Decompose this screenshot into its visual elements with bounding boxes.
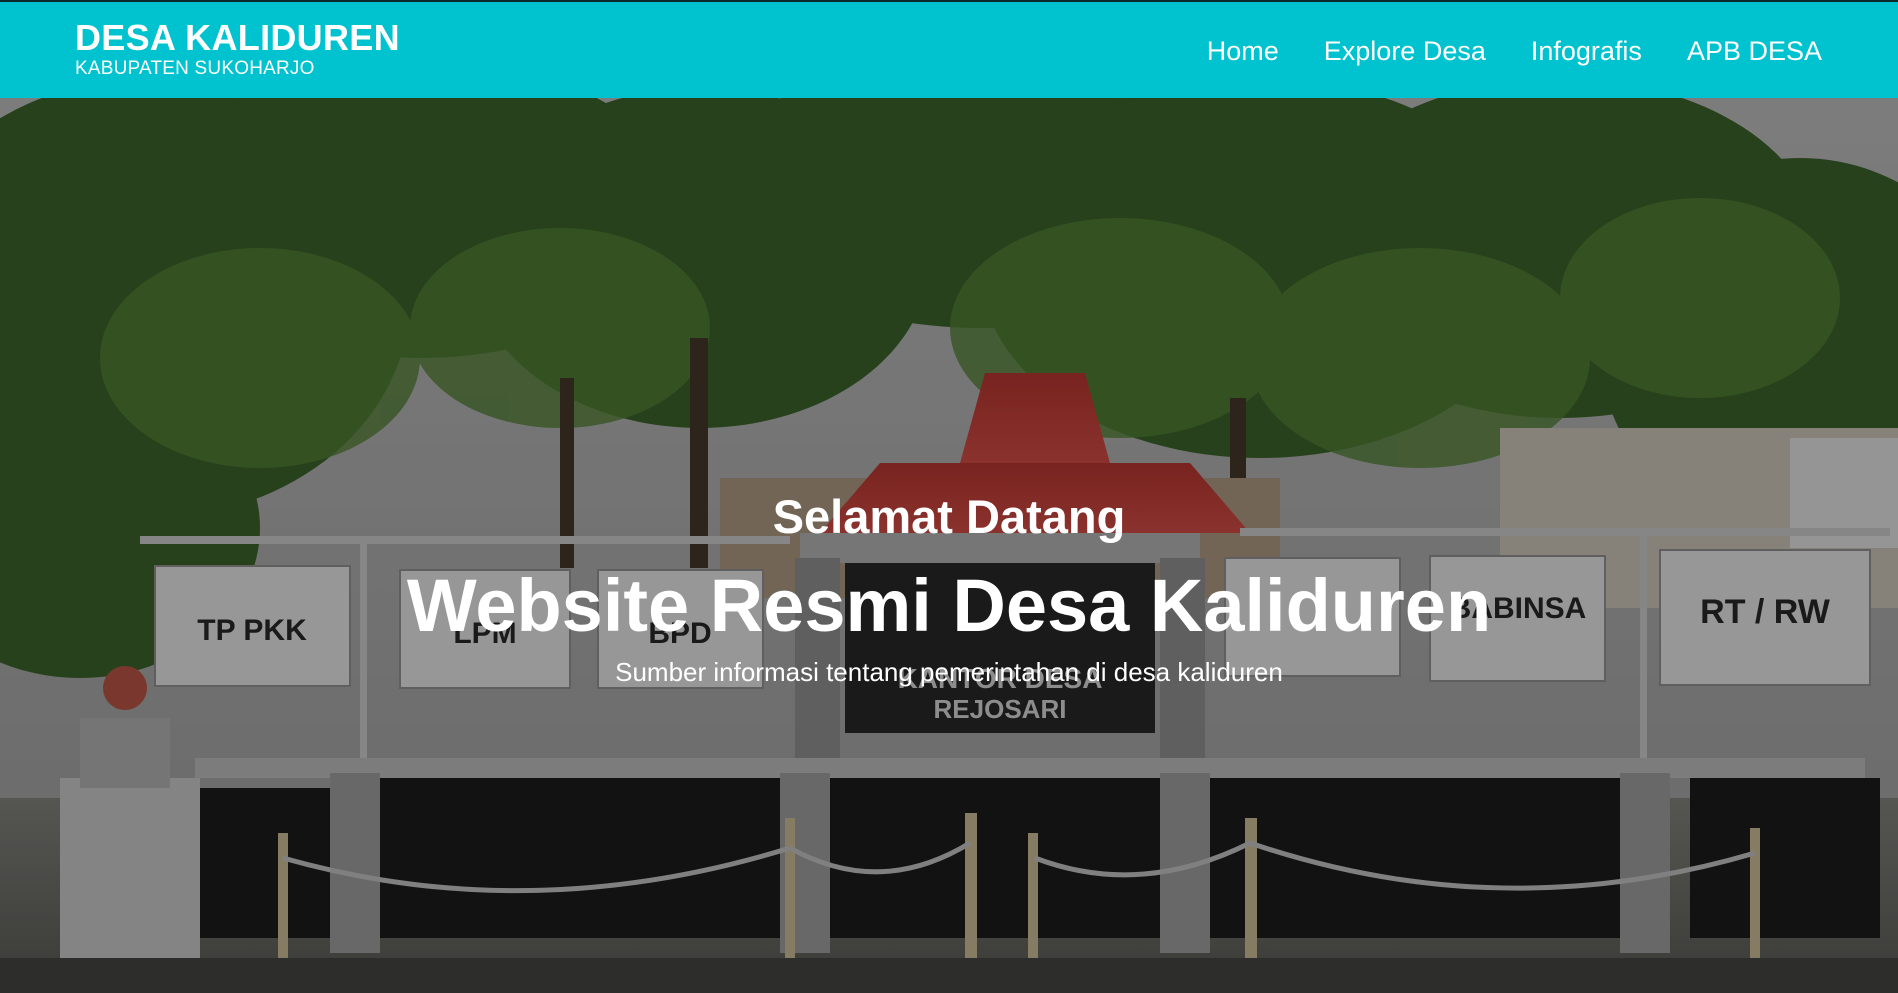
- site-title: DESA KALIDUREN: [75, 17, 400, 58]
- hero-headline: Website Resmi Desa Kaliduren: [406, 564, 1492, 647]
- site-subtitle: KABUPATEN SUKOHARJO: [75, 58, 315, 79]
- hero-section: KANTOR DESA REJOSARI TP PKK LPM BPD BABI…: [0, 98, 1898, 993]
- nav-link-home[interactable]: Home: [1207, 34, 1279, 68]
- nav-link-infografis[interactable]: Infografis: [1531, 34, 1642, 68]
- main-nav: Home Explore Desa Infografis APB DESA: [1207, 34, 1822, 68]
- brand-logo-link[interactable]: DESA KALIDUREN KABUPATEN SUKOHARJO: [75, 18, 400, 80]
- navbar: DESA KALIDUREN KABUPATEN SUKOHARJO Home …: [0, 0, 1898, 98]
- hero-text-block: Selamat Datang Website Resmi Desa Kalidu…: [0, 98, 1898, 993]
- hero-subline: Sumber informasi tentang pemerintahan di…: [615, 657, 1283, 687]
- nav-link-explore-desa[interactable]: Explore Desa: [1324, 34, 1486, 68]
- nav-link-apb-desa[interactable]: APB DESA: [1687, 34, 1822, 68]
- hero-greeting: Selamat Datang: [772, 490, 1126, 543]
